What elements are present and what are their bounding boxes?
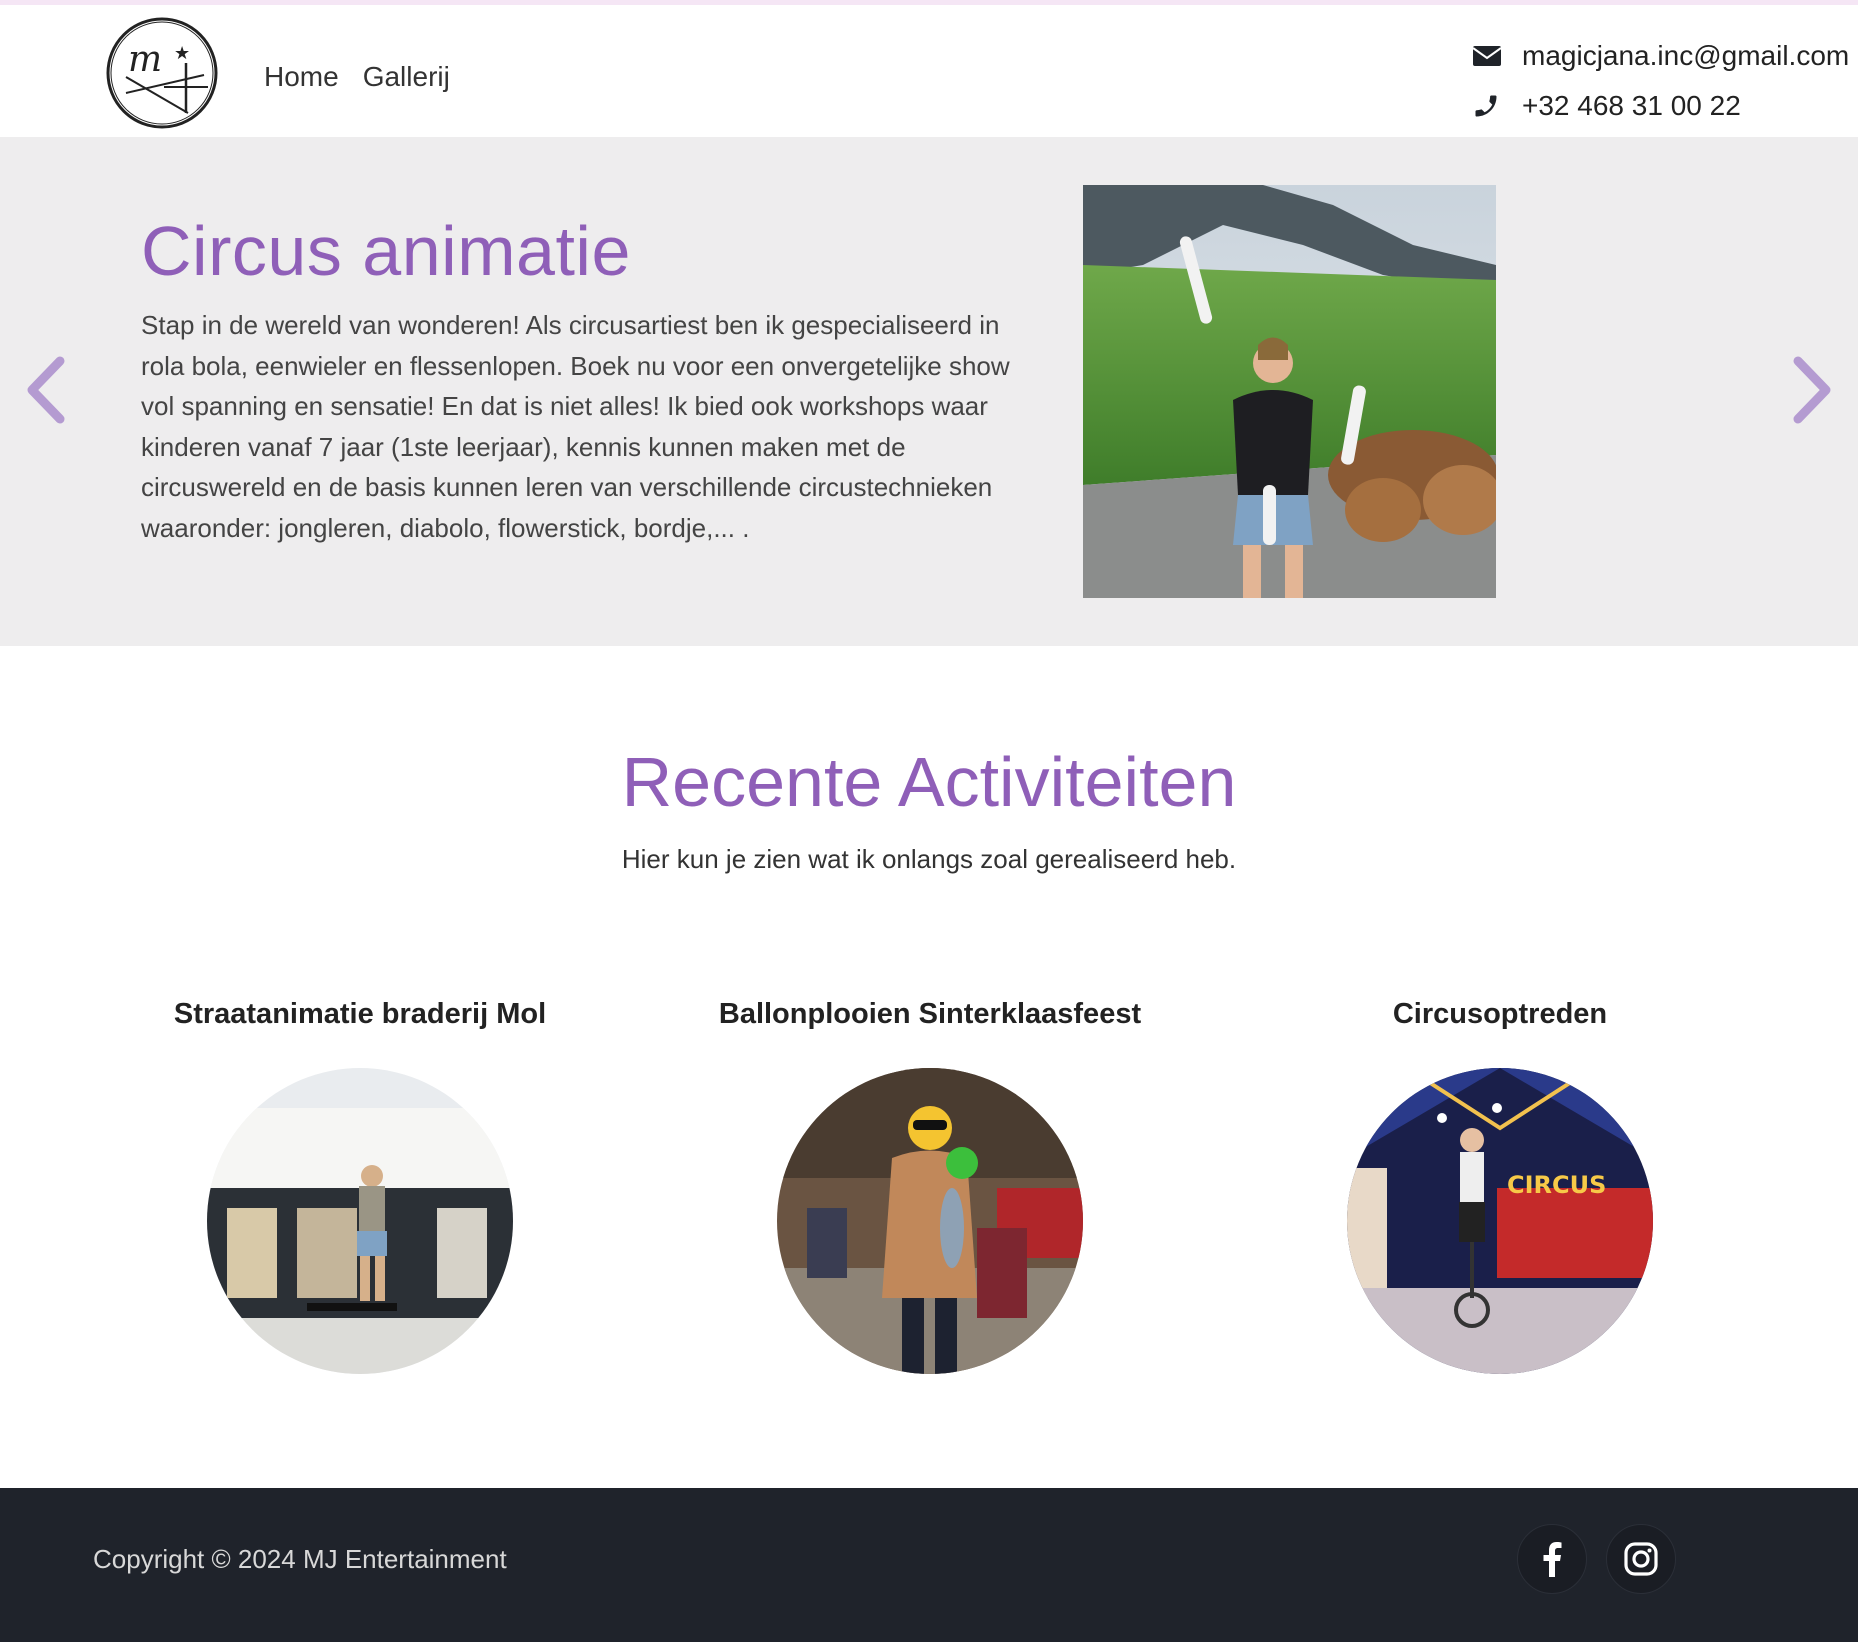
chevron-right-icon: [1793, 356, 1831, 424]
hero-image-juggler: [1083, 185, 1496, 598]
phone-text[interactable]: +32 468 31 00 22: [1522, 90, 1741, 122]
main-nav: Home Gallerij: [264, 61, 450, 93]
activity-card-circusoptreden[interactable]: Circusoptreden CIRCUS: [1215, 998, 1785, 1374]
facebook-icon: [1543, 1542, 1562, 1577]
site-footer: Copyright © 2024 MJ Entertainment: [0, 1488, 1858, 1642]
hero-title: Circus animatie: [141, 212, 631, 290]
activity-image-straatanimatie[interactable]: [207, 1068, 513, 1374]
chevron-left-icon: [27, 356, 65, 424]
nav-home[interactable]: Home: [264, 61, 339, 93]
activity-card-straatanimatie[interactable]: Straatanimatie braderij Mol: [75, 998, 645, 1374]
site-logo[interactable]: m ★: [104, 15, 220, 131]
recent-section-title: Recente Activiteiten: [621, 743, 1237, 821]
email-contact[interactable]: magicjana.inc@gmail.com: [1472, 31, 1849, 81]
envelope-icon: [1472, 46, 1502, 66]
activity-title: Straatanimatie braderij Mol: [173, 998, 547, 1030]
phone-icon: [1475, 95, 1497, 117]
recent-section-subtitle: Hier kun je zien wat ik onlangs zoal ger…: [621, 844, 1237, 874]
copyright-text: Copyright © 2024 MJ Entertainment: [93, 1544, 507, 1574]
activity-image-circusoptreden[interactable]: CIRCUS: [1347, 1068, 1653, 1374]
contact-info: magicjana.inc@gmail.com +32 468 31 00 22: [1472, 31, 1849, 131]
site-header: m ★ Home Gallerij magicjana.inc@gmail.co…: [0, 5, 1858, 137]
instagram-icon: [1624, 1542, 1658, 1576]
activity-image-ballonplooien[interactable]: [777, 1068, 1083, 1374]
activity-title: Ballonplooien Sinterklaasfeest: [718, 998, 1142, 1030]
carousel-prev-button[interactable]: [22, 355, 72, 425]
svg-text:m: m: [128, 39, 162, 80]
activity-card-ballonplooien[interactable]: Ballonplooien Sinterklaasfeest: [645, 998, 1215, 1374]
activity-title: Circusoptreden: [1392, 998, 1608, 1030]
svg-text:★: ★: [174, 43, 190, 64]
phone-contact[interactable]: +32 468 31 00 22: [1472, 81, 1849, 131]
instagram-link[interactable]: [1606, 1524, 1676, 1594]
hero-description: Stap in de wereld van wonderen! Als circ…: [141, 310, 1010, 543]
carousel-next-button[interactable]: [1786, 355, 1836, 425]
hero-carousel: Circus animatie Stap in de wereld van wo…: [0, 137, 1858, 646]
nav-gallery[interactable]: Gallerij: [363, 61, 450, 93]
email-text[interactable]: magicjana.inc@gmail.com: [1522, 40, 1849, 72]
svg-text:CIRCUS: CIRCUS: [1507, 1171, 1606, 1199]
facebook-link[interactable]: [1517, 1524, 1587, 1594]
